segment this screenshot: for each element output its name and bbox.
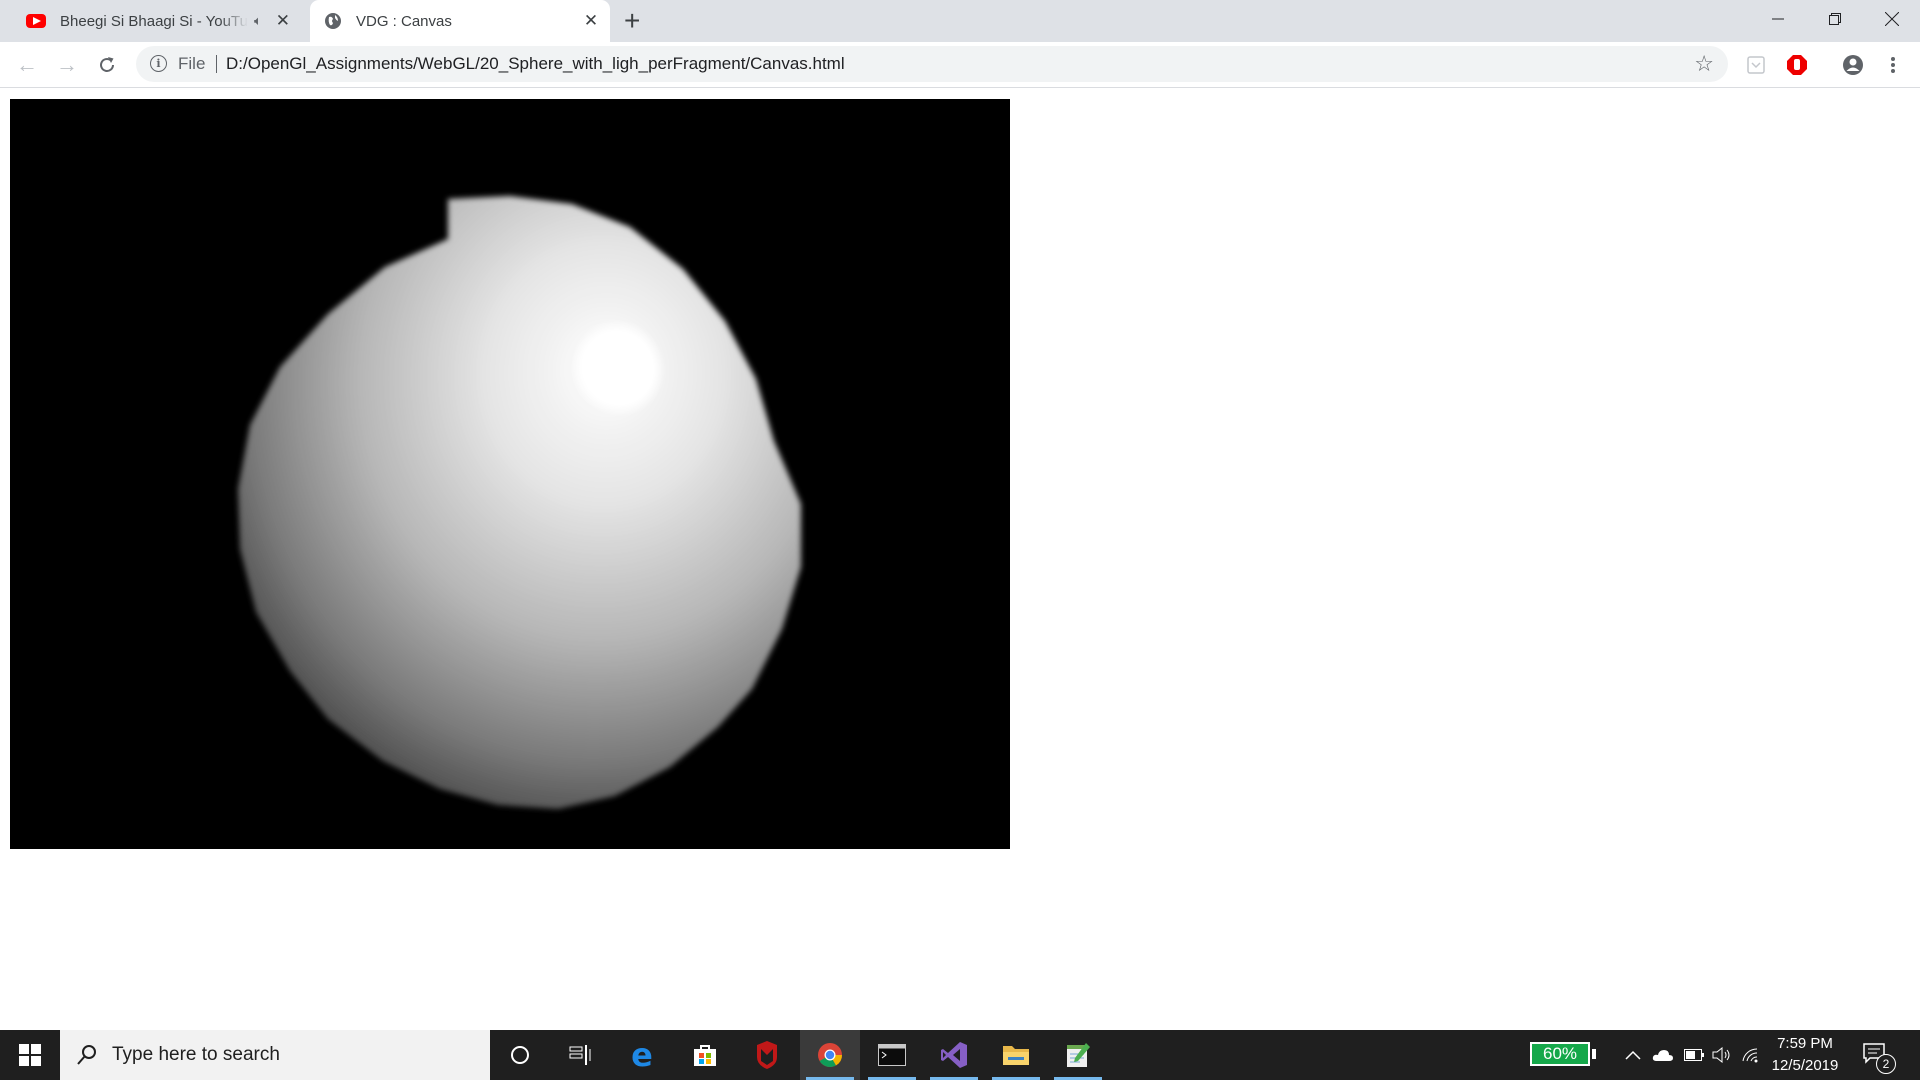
tab-title: VDG : Canvas bbox=[356, 12, 452, 30]
clock-date: 12/5/2019 bbox=[1771, 1057, 1839, 1074]
battery-nub bbox=[1592, 1049, 1596, 1059]
tab-youtube[interactable]: Bheegi Si Bhaagi Si - YouTube 🔈︎ ✕ bbox=[12, 0, 308, 42]
terminal-icon[interactable] bbox=[862, 1030, 922, 1080]
url-text[interactable]: D:/OpenGl_Assignments/WebGL/20_Sphere_wi… bbox=[226, 54, 845, 74]
restore-icon bbox=[1828, 13, 1841, 25]
battery-icon[interactable] bbox=[1683, 1044, 1705, 1066]
new-tab-button[interactable]: + bbox=[624, 6, 640, 36]
address-bar[interactable]: i File D:/OpenGl_Assignments/WebGL/20_Sp… bbox=[136, 46, 1728, 82]
youtube-icon bbox=[26, 14, 46, 28]
notepad-icon[interactable] bbox=[1048, 1030, 1108, 1080]
sphere-render bbox=[238, 196, 801, 809]
volume-icon[interactable] bbox=[1711, 1044, 1733, 1066]
webgl-canvas[interactable] bbox=[10, 99, 1010, 849]
windows-logo-icon bbox=[19, 1044, 41, 1066]
minimize-icon bbox=[1771, 18, 1784, 20]
search-placeholder: Type here to search bbox=[112, 1044, 280, 1065]
clock-time: 7:59 PM bbox=[1777, 1035, 1833, 1052]
page-content bbox=[0, 88, 1920, 1030]
battery-meter[interactable]: 60% bbox=[1530, 1042, 1590, 1066]
windows-taskbar: Type here to search e 60% 7:59 PM 12/5/2… bbox=[0, 1030, 1920, 1080]
close-icon[interactable]: ✕ bbox=[582, 11, 600, 31]
restore-button[interactable] bbox=[1806, 0, 1863, 38]
visual-studio-icon[interactable] bbox=[924, 1030, 984, 1080]
file-explorer-icon[interactable] bbox=[986, 1030, 1046, 1080]
wifi-icon[interactable] bbox=[1740, 1044, 1762, 1066]
system-clock[interactable]: 7:59 PM 12/5/2019 bbox=[1762, 1033, 1848, 1077]
pocket-icon[interactable] bbox=[1741, 50, 1771, 80]
chevron-up-icon[interactable] bbox=[1622, 1044, 1644, 1066]
audio-playing-icon[interactable]: 🔈︎ bbox=[254, 13, 262, 29]
globe-icon bbox=[325, 13, 341, 29]
bookmark-star-icon[interactable]: ☆ bbox=[1694, 51, 1714, 77]
browser-toolbar: ← → i File D:/OpenGl_Assignments/WebGL/2… bbox=[0, 42, 1920, 88]
reload-button[interactable] bbox=[92, 50, 122, 80]
divider bbox=[216, 55, 217, 73]
task-view-icon[interactable] bbox=[550, 1030, 610, 1080]
close-window-button[interactable] bbox=[1863, 0, 1920, 38]
chrome-icon[interactable] bbox=[800, 1030, 860, 1080]
mcafee-icon[interactable] bbox=[737, 1030, 797, 1080]
adblock-icon[interactable] bbox=[1782, 50, 1812, 80]
close-icon bbox=[1884, 12, 1899, 26]
minimize-button[interactable] bbox=[1749, 0, 1806, 38]
edge-icon[interactable]: e bbox=[612, 1030, 672, 1080]
sphere bbox=[238, 196, 801, 809]
profile-icon[interactable] bbox=[1838, 50, 1868, 80]
store-icon[interactable] bbox=[675, 1030, 735, 1080]
cortana-icon[interactable] bbox=[490, 1030, 550, 1080]
back-button[interactable]: ← bbox=[12, 50, 42, 80]
menu-icon[interactable] bbox=[1878, 50, 1908, 80]
reload-icon bbox=[100, 57, 114, 72]
close-icon[interactable]: ✕ bbox=[274, 11, 292, 31]
forward-button[interactable]: → bbox=[52, 50, 82, 80]
start-button[interactable] bbox=[0, 1030, 60, 1080]
tab-strip: Bheegi Si Bhaagi Si - YouTube 🔈︎ ✕ VDG :… bbox=[0, 0, 1920, 42]
taskbar-search[interactable]: Type here to search bbox=[60, 1030, 490, 1080]
search-icon bbox=[77, 1045, 96, 1065]
tab-title: Bheegi Si Bhaagi Si - YouTube bbox=[60, 12, 248, 30]
notification-count-badge: 2 bbox=[1876, 1054, 1896, 1074]
scheme-label: File bbox=[178, 54, 206, 73]
onedrive-icon[interactable] bbox=[1652, 1044, 1674, 1066]
info-icon[interactable]: i bbox=[150, 55, 167, 72]
tab-canvas[interactable]: VDG : Canvas ✕ bbox=[310, 0, 610, 42]
